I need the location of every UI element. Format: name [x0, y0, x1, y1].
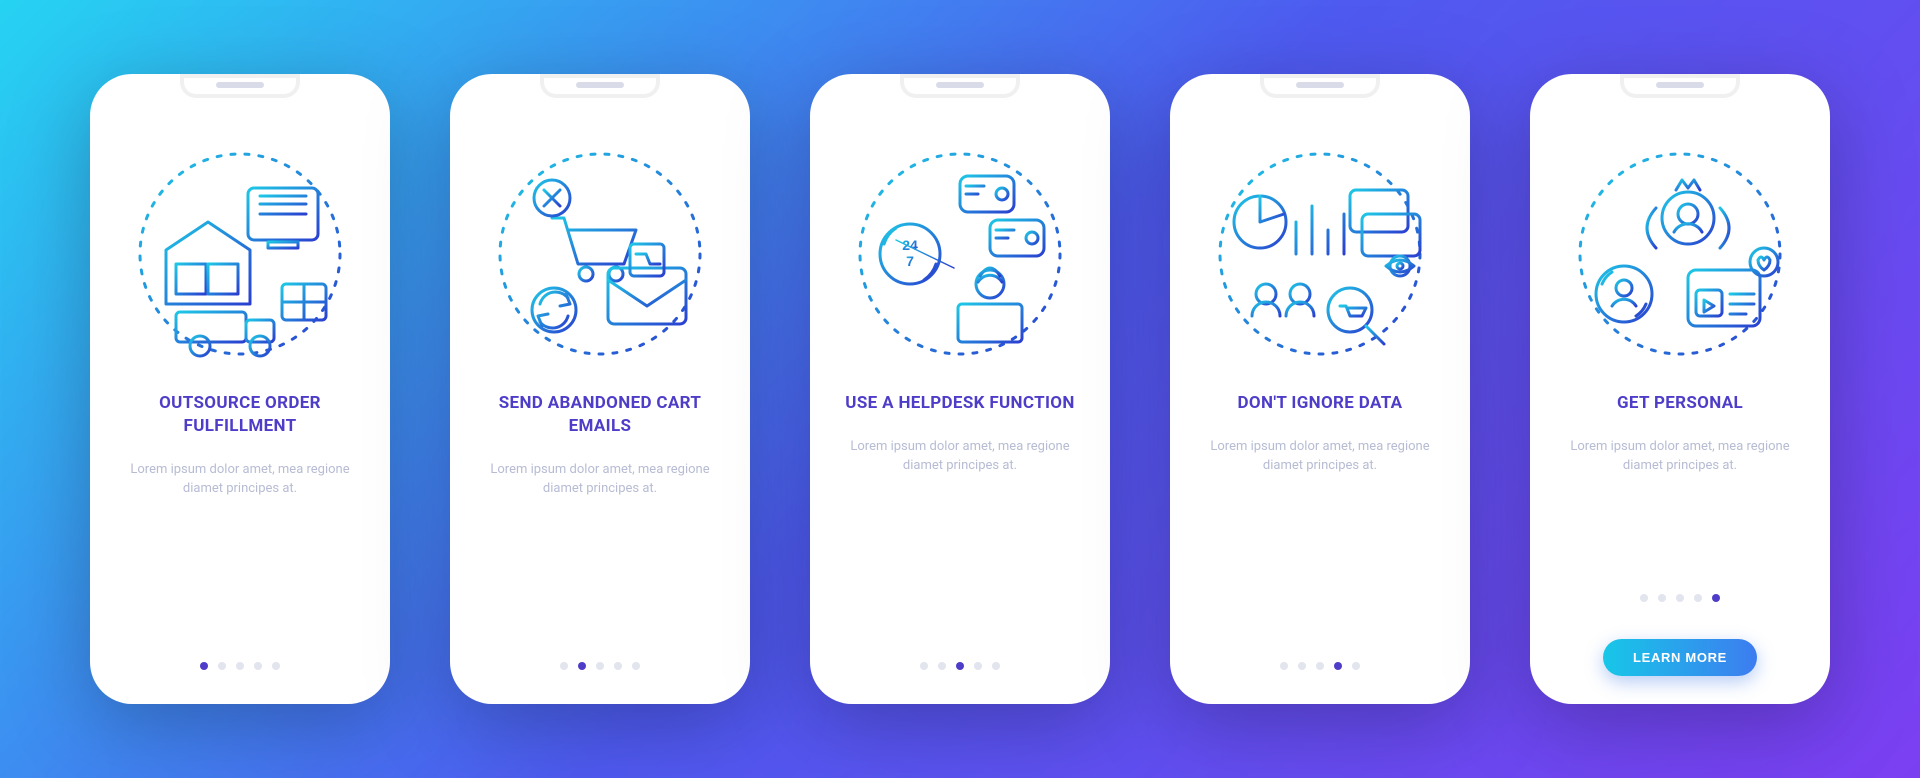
pagination-dot[interactable]: [254, 662, 262, 670]
pagination-dot[interactable]: [920, 662, 928, 670]
onboarding-screen-2: SEND ABANDONED CART EMAILS Lorem ipsum d…: [450, 74, 750, 704]
pagination-dot[interactable]: [1640, 594, 1648, 602]
pagination-dot[interactable]: [1712, 594, 1720, 602]
screen-content: SEND ABANDONED CART EMAILS Lorem ipsum d…: [450, 74, 750, 704]
analytics-data-icon: [1200, 134, 1440, 374]
screen-content: DON'T IGNORE DATA Lorem ipsum dolor amet…: [1170, 74, 1470, 704]
pagination-dot[interactable]: [1676, 594, 1684, 602]
svg-text:7: 7: [906, 253, 914, 269]
screen-content: OUTSOURCE ORDER FULFILLMENT Lorem ipsum …: [90, 74, 390, 704]
onboarding-screen-5: GET PERSONAL Lorem ipsum dolor amet, mea…: [1530, 74, 1830, 704]
pagination-dot[interactable]: [938, 662, 946, 670]
pagination-dots: [200, 662, 280, 670]
pagination-dots: [560, 662, 640, 670]
pagination-dot[interactable]: [218, 662, 226, 670]
screen-title: USE A HELPDESK FUNCTION: [845, 392, 1074, 415]
pagination-dots: [1280, 662, 1360, 670]
screen-content: GET PERSONAL Lorem ipsum dolor amet, mea…: [1530, 74, 1830, 704]
svg-text:24: 24: [902, 237, 918, 253]
pagination-dot[interactable]: [956, 662, 964, 670]
screen-description: Lorem ipsum dolor amet, mea regione diam…: [1570, 437, 1790, 476]
pagination-dot[interactable]: [1334, 662, 1342, 670]
pagination-dot[interactable]: [614, 662, 622, 670]
screen-description: Lorem ipsum dolor amet, mea regione diam…: [1210, 437, 1430, 476]
screen-description: Lorem ipsum dolor amet, mea regione diam…: [490, 460, 710, 499]
pagination-dot[interactable]: [1352, 662, 1360, 670]
screen-content: 24 7 USE A HELPDESK FUNCTION Lorem ipsum: [810, 74, 1110, 704]
pagination-dot[interactable]: [974, 662, 982, 670]
pagination-dot[interactable]: [272, 662, 280, 670]
screen-description: Lorem ipsum dolor amet, mea regione diam…: [130, 460, 350, 499]
screen-title: SEND ABANDONED CART EMAILS: [485, 392, 715, 438]
onboarding-screen-3: 24 7 USE A HELPDESK FUNCTION Lorem ipsum: [810, 74, 1110, 704]
pagination-dots: [920, 662, 1000, 670]
pagination-dot[interactable]: [1316, 662, 1324, 670]
personalization-icon: [1560, 134, 1800, 374]
cart-email-icon: [480, 134, 720, 374]
screen-title: GET PERSONAL: [1617, 392, 1743, 415]
pagination-dots: [1530, 594, 1830, 602]
pagination-dot[interactable]: [1658, 594, 1666, 602]
onboarding-screen-4: DON'T IGNORE DATA Lorem ipsum dolor amet…: [1170, 74, 1470, 704]
pagination-dot[interactable]: [560, 662, 568, 670]
pagination-dot[interactable]: [992, 662, 1000, 670]
screen-title: DON'T IGNORE DATA: [1238, 392, 1403, 415]
warehouse-delivery-icon: [120, 134, 360, 374]
pagination-dot[interactable]: [236, 662, 244, 670]
pagination-dot[interactable]: [1694, 594, 1702, 602]
pagination-dot[interactable]: [200, 662, 208, 670]
pagination-dot[interactable]: [596, 662, 604, 670]
pagination-dot[interactable]: [1298, 662, 1306, 670]
helpdesk-icon: 24 7: [840, 134, 1080, 374]
learn-more-button[interactable]: LEARN MORE: [1603, 639, 1757, 676]
screen-description: Lorem ipsum dolor amet, mea regione diam…: [850, 437, 1070, 476]
pagination-dot[interactable]: [632, 662, 640, 670]
screen-title: OUTSOURCE ORDER FULFILLMENT: [125, 392, 355, 438]
onboarding-screen-1: OUTSOURCE ORDER FULFILLMENT Lorem ipsum …: [90, 74, 390, 704]
pagination-dot[interactable]: [578, 662, 586, 670]
pagination-dot[interactable]: [1280, 662, 1288, 670]
